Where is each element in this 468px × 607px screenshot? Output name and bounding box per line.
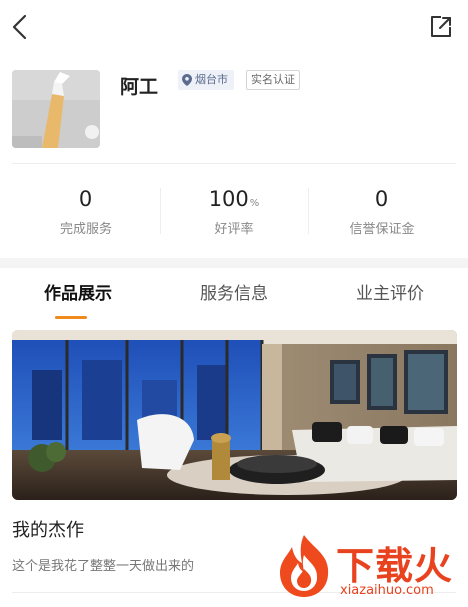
stat-unit: %: [249, 198, 260, 209]
verified-badge: 实名认证: [246, 70, 300, 90]
profile-header: 阿工 烟台市 实名认证: [0, 56, 468, 164]
stat-label: 完成服务: [59, 222, 112, 237]
tab-owner-reviews[interactable]: 业主评价: [312, 268, 468, 320]
tab-bar: 作品展示 服务信息 业主评价: [0, 268, 468, 320]
work-description: 这个是我花了整整一天做出来的: [12, 559, 195, 574]
stat-label: 好评率: [214, 222, 254, 237]
stat-value: 100: [208, 187, 249, 211]
stat-positive-rate: 100% 好评率: [160, 164, 308, 256]
location-text: 烟台市: [195, 73, 228, 86]
stat-completed-services: 0 完成服务: [12, 164, 160, 256]
tab-works[interactable]: 作品展示: [0, 268, 156, 320]
watermark-text: 下载火: [336, 544, 454, 588]
watermark: 下载火 xiazaihuo.com: [274, 533, 464, 603]
avatar[interactable]: [12, 70, 100, 148]
work-photo[interactable]: [12, 330, 457, 500]
map-pin-icon: [182, 74, 192, 86]
back-button[interactable]: [8, 12, 32, 42]
active-tab-indicator: [55, 316, 87, 319]
share-button[interactable]: [428, 14, 454, 40]
chevron-left-icon: [12, 14, 27, 40]
location-badge: 烟台市: [178, 70, 234, 90]
watermark-url: xiazaihuo.com: [340, 583, 434, 598]
section-separator: [0, 258, 468, 268]
stat-value: 0: [78, 187, 93, 211]
user-name: 阿工: [120, 76, 159, 98]
share-external-icon: [431, 16, 451, 37]
stat-label: 信誉保证金: [349, 222, 415, 237]
tab-service-info[interactable]: 服务信息: [156, 268, 312, 320]
flame-logo-icon: [280, 535, 329, 597]
work-title: 我的杰作: [12, 520, 84, 541]
stat-value: 0: [374, 187, 389, 211]
top-bar: [0, 0, 468, 56]
stat-deposit: 0 信誉保证金: [308, 164, 456, 256]
stats-row: 0 完成服务 100% 好评率 0 信誉保证金: [12, 164, 456, 256]
